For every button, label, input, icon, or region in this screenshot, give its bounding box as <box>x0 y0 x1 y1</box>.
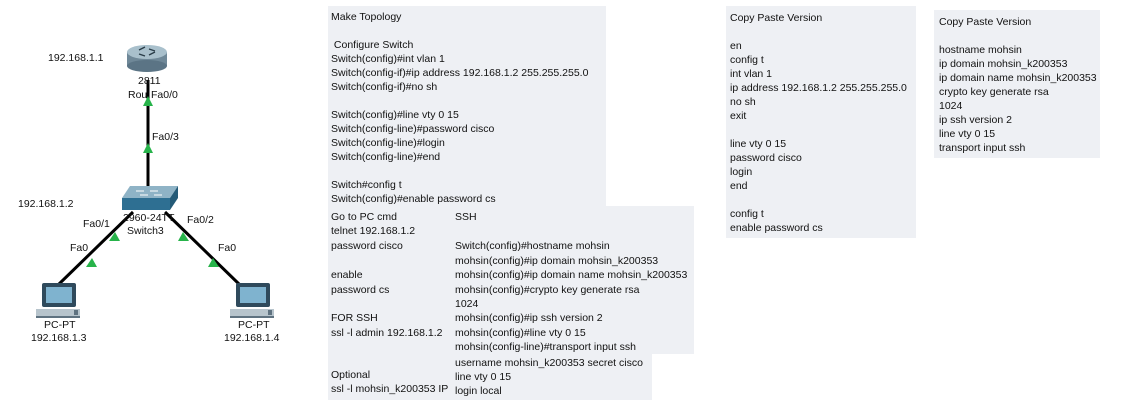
note-pc-cmd[interactable]: Go to PC cmd telnet 192.168.1.2 password… <box>328 206 452 354</box>
pc-right-ip-label: 192.168.1.4 <box>224 332 280 344</box>
note-line: Optional <box>331 369 371 381</box>
note-line: enable <box>331 269 363 281</box>
router-port-label: Fa0/0 <box>151 89 178 101</box>
note-optional-left[interactable]: Optional ssl -l mohsin_k200353 IP <box>328 354 452 400</box>
switch-port-left-label: Fa0/1 <box>83 218 110 230</box>
note-line: crypto key generate rsa <box>939 86 1049 98</box>
note-line: Switch#config t <box>331 179 402 191</box>
note-line: Switch(config)#enable password cs <box>331 193 496 205</box>
note-line: enable password cs <box>730 222 823 234</box>
switch-port-right-label: Fa0/2 <box>187 214 214 226</box>
note-line: Switch(config-line)#login <box>331 137 445 149</box>
note-line: 1024 <box>939 100 963 112</box>
note-line: config t <box>730 208 764 220</box>
note-line: telnet 192.168.1.2 <box>331 225 416 237</box>
note-line: FOR SSH <box>331 312 378 324</box>
note-line: line vty 0 15 <box>455 371 512 383</box>
note-line: no sh <box>730 96 756 108</box>
router-name-label: Rou <box>128 89 148 101</box>
note-line: Switch(config-if)#ip address 192.168.1.2… <box>331 67 589 79</box>
note-line: hostname mohsin <box>939 44 1022 56</box>
note-line: ip domain name mohsin_k200353 <box>939 72 1097 84</box>
note-line: line vty 0 15 <box>939 128 996 140</box>
note-line: Switch(config)#hostname mohsin <box>455 240 610 252</box>
note-line: transport input ssh <box>939 142 1026 154</box>
note-line: ip address 192.168.1.2 255.255.255.0 <box>730 82 907 94</box>
note-line: mohsin(config-line)#transport input ssh <box>455 341 636 353</box>
note-line: login <box>730 166 753 178</box>
note-line: mohsin(config)#ip domain mohsin_k200353 <box>455 255 659 267</box>
link-up-indicator <box>143 143 153 153</box>
note-line: mohsin(config)#ip domain name mohsin_k20… <box>455 269 688 281</box>
pc-left-port-label: Fa0 <box>70 242 89 254</box>
link-up-indicator <box>86 258 97 267</box>
note-line: end <box>730 180 748 192</box>
note-line: username mohsin_k200353 secret cisco <box>455 357 643 369</box>
note-line: Go to PC cmd <box>331 211 397 223</box>
note-line: Copy Paste Version <box>939 16 1032 28</box>
note-line: Switch(config-line)#end <box>331 151 441 163</box>
note-optional-right[interactable]: username mohsin_k200353 secret cisco lin… <box>452 354 652 400</box>
note-line: Configure Switch <box>331 39 414 51</box>
note-line: password cisco <box>331 240 403 252</box>
note-line: mohsin(config)#ip ssh version 2 <box>455 312 603 324</box>
note-line: 1024 <box>455 298 479 310</box>
note-ssh[interactable]: SSH Switch(config)#hostname mohsin mohsi… <box>452 206 694 354</box>
note-line: mohsin(config)#line vty 0 15 <box>455 327 586 339</box>
note-line: config t <box>730 54 764 66</box>
note-line: SSH <box>455 211 477 223</box>
pc-icon[interactable] <box>230 283 274 318</box>
switch-model-label: 2960-24TT <box>123 212 175 224</box>
pc-icon[interactable] <box>36 283 80 318</box>
note-line: login local <box>455 385 502 397</box>
note-line: password cisco <box>730 152 802 164</box>
note-line: password cs <box>331 284 390 296</box>
note-make-topology[interactable]: Make Topology Configure Switch Switch(co… <box>328 6 606 206</box>
note-line: ssl -l admin 192.168.1.2 <box>331 327 443 339</box>
switch-icon[interactable] <box>122 186 178 210</box>
pc-right-name-label: PC-PT <box>238 319 270 331</box>
note-copy-paste-1[interactable]: Copy Paste Version en config t int vlan … <box>726 6 916 238</box>
switch-uplink-port-label: Fa0/3 <box>152 131 179 143</box>
router-model-label: 2811 <box>138 75 161 87</box>
note-line: exit <box>730 110 747 122</box>
note-line: en <box>730 40 742 52</box>
note-line: Switch(config-if)#no sh <box>331 81 438 93</box>
pc-right-port-label: Fa0 <box>218 242 237 254</box>
note-line: Switch(config-line)#password cisco <box>331 123 495 135</box>
note-line: ip ssh version 2 <box>939 114 1012 126</box>
pc-left-name-label: PC-PT <box>44 319 76 331</box>
note-line: Make Topology <box>331 11 402 23</box>
note-copy-paste-2[interactable]: Copy Paste Version hostname mohsin ip do… <box>934 10 1100 158</box>
pc-left-ip-label: 192.168.1.3 <box>31 332 87 344</box>
switch-name-label: Switch3 <box>127 225 164 237</box>
note-line: Switch(config)#line vty 0 15 <box>331 109 459 121</box>
note-line: ssl -l mohsin_k200353 IP <box>331 383 449 395</box>
note-line: ip domain mohsin_k200353 <box>939 58 1068 70</box>
note-line: int vlan 1 <box>730 68 773 80</box>
router-icon[interactable] <box>127 45 167 72</box>
note-line: line vty 0 15 <box>730 138 787 150</box>
router-ip-label: 192.168.1.1 <box>48 52 104 64</box>
switch-ip-label: 192.168.1.2 <box>18 198 74 210</box>
note-line: Copy Paste Version <box>730 12 823 24</box>
note-line: Switch(config)#int vlan 1 <box>331 53 445 65</box>
note-line: mohsin(config)#crypto key generate rsa <box>455 284 640 296</box>
